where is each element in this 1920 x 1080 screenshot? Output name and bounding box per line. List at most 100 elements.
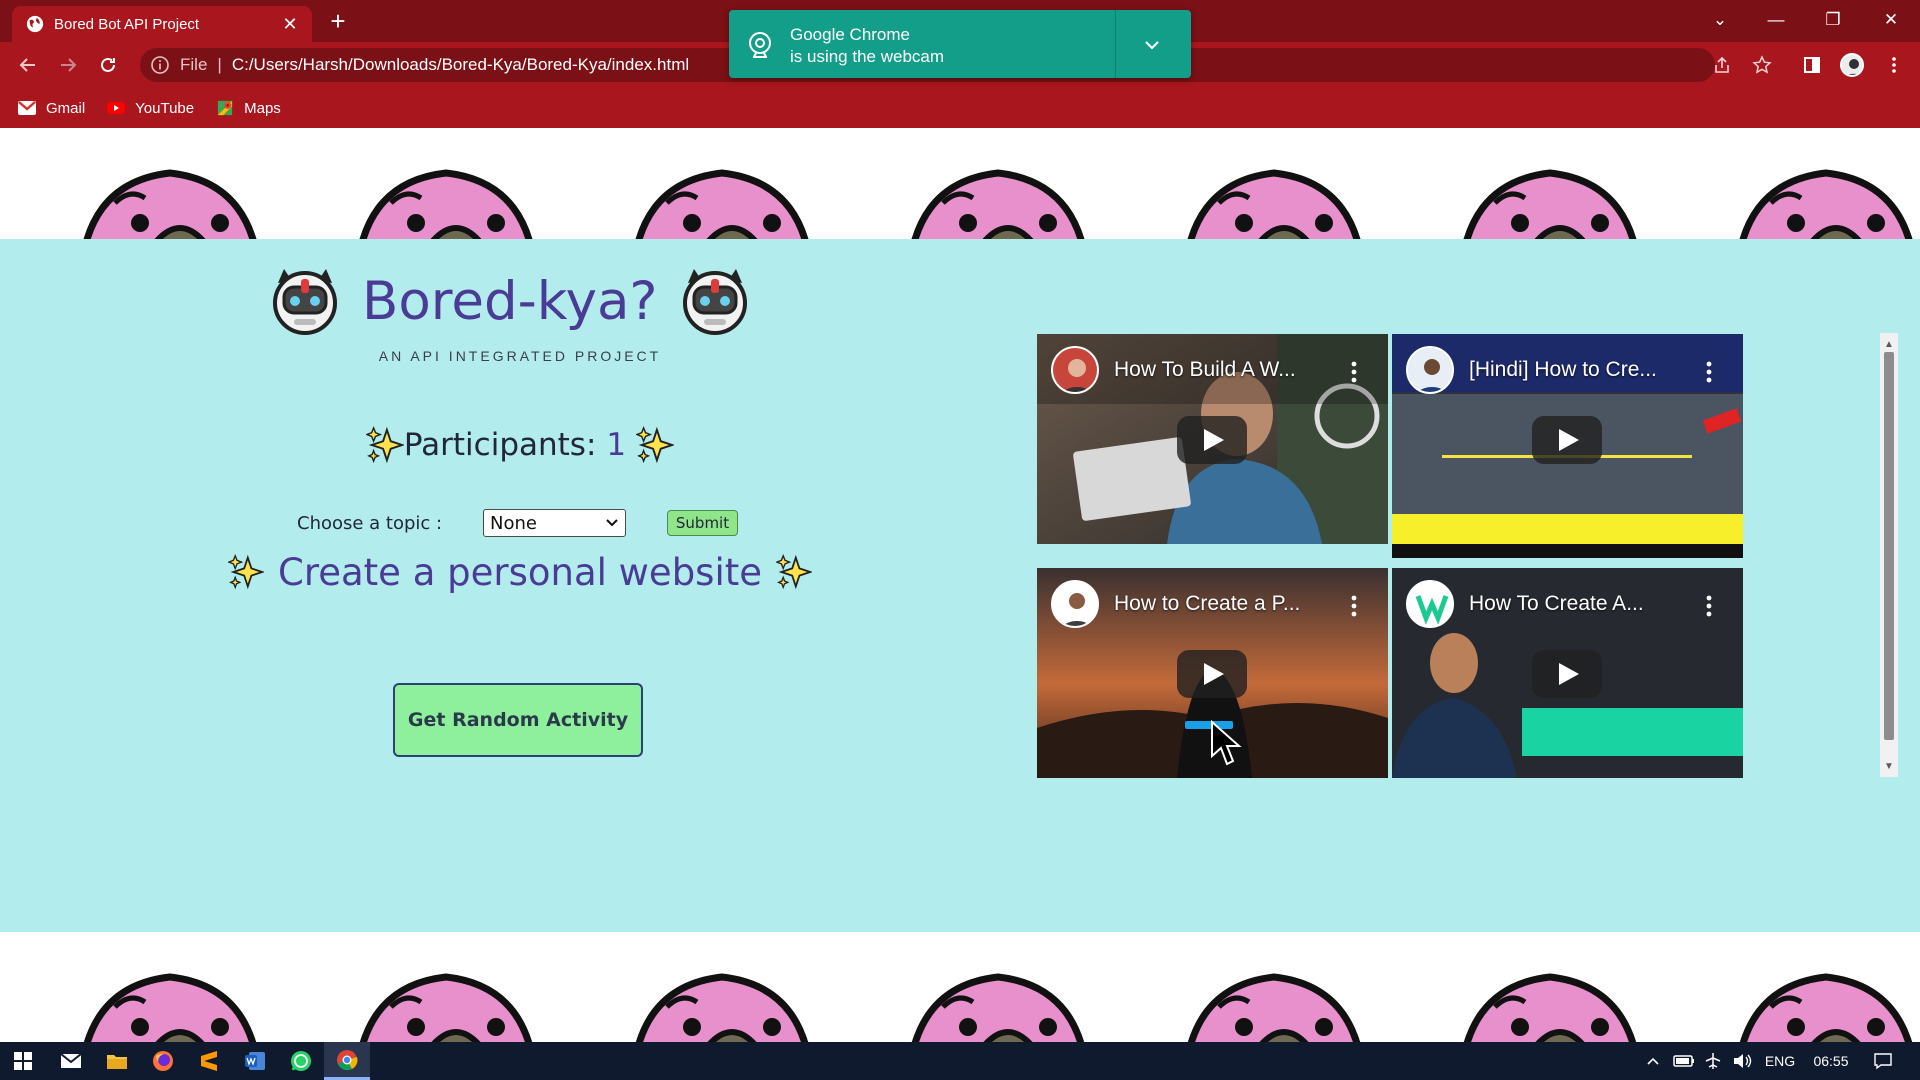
taskbar-chrome[interactable] — [324, 1042, 370, 1080]
bird-decoration-icon — [898, 947, 1098, 1042]
language-indicator[interactable]: ENG — [1760, 1042, 1800, 1080]
volume-icon[interactable] — [1728, 1042, 1756, 1080]
show-hidden-icons-chevron-icon[interactable] — [1640, 1042, 1666, 1080]
play-icon[interactable] — [1532, 650, 1602, 698]
sparkles-icon — [365, 426, 404, 464]
forward-arrow-icon — [61, 58, 77, 72]
new-tab-button[interactable]: + — [324, 8, 352, 36]
video-embed-2[interactable]: [Hindi] How to Cre... — [1392, 334, 1743, 558]
more-options-icon[interactable] — [1697, 358, 1721, 386]
get-random-activity-button[interactable]: Get Random Activity — [393, 683, 643, 757]
play-icon[interactable] — [1532, 416, 1602, 464]
back-button[interactable] — [14, 51, 42, 79]
mail-icon — [60, 1053, 82, 1068]
tab-search-icon[interactable]: ⌄ — [1702, 6, 1738, 34]
more-options-icon[interactable] — [1342, 592, 1366, 620]
taskbar-firefox[interactable] — [140, 1042, 186, 1080]
video-embed-1[interactable]: How To Build A W... — [1037, 334, 1388, 544]
notification-line-2: is using the webcam — [790, 47, 945, 66]
info-icon[interactable] — [150, 55, 170, 75]
word-icon — [245, 1052, 265, 1070]
scroll-down-arrow-icon[interactable]: ▼ — [1880, 757, 1898, 775]
bookmark-maps[interactable]: Maps — [216, 100, 281, 117]
video-title[interactable]: [Hindi] How to Cre... — [1469, 358, 1689, 382]
bookmark-gmail[interactable]: Gmail — [18, 100, 85, 117]
globe-icon — [26, 15, 44, 33]
sublime-text-icon — [201, 1051, 217, 1071]
bird-decoration-icon — [70, 143, 270, 239]
channel-avatar[interactable] — [1051, 580, 1099, 628]
reload-button[interactable] — [94, 51, 122, 79]
play-icon[interactable] — [1177, 650, 1247, 698]
taskbar-word[interactable] — [232, 1042, 278, 1080]
bird-decoration-icon — [70, 947, 270, 1042]
scroll-up-arrow-icon[interactable]: ▲ — [1880, 335, 1898, 353]
webcam-icon — [749, 32, 771, 58]
address-scheme: File — [180, 55, 208, 74]
taskbar-sublime[interactable] — [186, 1042, 232, 1080]
chrome-icon — [337, 1049, 358, 1070]
bookmark-star-icon[interactable] — [1748, 51, 1776, 79]
more-options-icon[interactable] — [1342, 358, 1366, 386]
bird-decoration-icon — [1174, 947, 1374, 1042]
bird-decoration-icon — [346, 947, 546, 1042]
topic-select[interactable]: None — [483, 509, 626, 537]
channel-avatar[interactable] — [1406, 346, 1454, 394]
tab-title: Bored Bot API Project — [54, 15, 200, 33]
participants-value: 1 — [606, 427, 627, 463]
bird-decoration-icon — [1450, 143, 1650, 239]
tab-active[interactable]: Bored Bot API Project ✕ — [12, 6, 312, 42]
start-button[interactable] — [0, 1042, 46, 1080]
video-title[interactable]: How To Create A... — [1469, 592, 1689, 616]
channel-avatar[interactable] — [1051, 346, 1099, 394]
topic-selected-value: None — [490, 512, 537, 534]
airplane-mode-icon[interactable] — [1700, 1042, 1726, 1080]
bookmark-label: Maps — [244, 99, 281, 117]
bird-decoration-icon — [622, 947, 822, 1042]
bookmark-youtube[interactable]: YouTube — [107, 100, 194, 117]
video-title[interactable]: How To Build A W... — [1114, 358, 1334, 382]
profile-avatar[interactable] — [1840, 53, 1864, 77]
chevron-down-icon[interactable] — [1139, 32, 1165, 58]
taskbar-mail[interactable] — [48, 1042, 94, 1080]
notification-divider — [1115, 10, 1116, 78]
topic-row: Choose a topic : None Submit — [297, 507, 738, 539]
bookmark-label: Gmail — [46, 99, 86, 117]
channel-avatar[interactable] — [1406, 580, 1454, 628]
video-title[interactable]: How to Create a P... — [1114, 592, 1334, 616]
taskbar-whatsapp[interactable] — [278, 1042, 324, 1080]
gmail-icon — [18, 101, 36, 115]
battery-icon[interactable] — [1670, 1042, 1698, 1080]
mouse-cursor-icon — [1211, 720, 1242, 766]
video-embed-4[interactable]: How To Create A... — [1392, 568, 1743, 778]
back-arrow-icon — [19, 58, 35, 72]
submit-button[interactable]: Submit — [667, 510, 738, 536]
more-options-icon[interactable] — [1697, 592, 1721, 620]
notification-center-icon[interactable] — [1868, 1042, 1898, 1080]
clock[interactable]: 06:55 — [1806, 1042, 1856, 1080]
webcam-notification[interactable]: Google Chrome is using the webcam — [729, 10, 1191, 78]
taskbar-file-explorer[interactable] — [94, 1042, 140, 1080]
side-panel-icon[interactable] — [1798, 51, 1826, 79]
share-icon[interactable] — [1708, 51, 1736, 79]
minimize-button[interactable]: — — [1758, 6, 1794, 34]
menu-kebab-icon[interactable] — [1880, 51, 1908, 79]
restore-button[interactable]: ❐ — [1815, 6, 1851, 34]
video-scrollbar-thumb[interactable] — [1884, 352, 1894, 740]
forward-button[interactable] — [54, 51, 82, 79]
whatsapp-icon — [291, 1051, 311, 1071]
robot-icon — [273, 269, 337, 335]
bird-pattern-bottom — [0, 932, 1920, 1042]
folder-icon — [107, 1055, 127, 1069]
page-subtitle: AN API INTEGRATED PROJECT — [378, 348, 662, 364]
close-window-button[interactable]: ✕ — [1873, 6, 1909, 34]
firefox-icon — [153, 1051, 173, 1071]
bird-decoration-icon — [1450, 947, 1650, 1042]
bird-decoration-icon — [1174, 143, 1374, 239]
chevron-down-icon — [606, 519, 618, 527]
address-url: C:/Users/Harsh/Downloads/Bored-Kya/Bored… — [231, 55, 690, 74]
reload-icon — [101, 57, 115, 72]
address-separator: | — [217, 55, 222, 74]
tab-close-icon[interactable]: ✕ — [278, 12, 302, 36]
play-icon[interactable] — [1177, 416, 1247, 464]
